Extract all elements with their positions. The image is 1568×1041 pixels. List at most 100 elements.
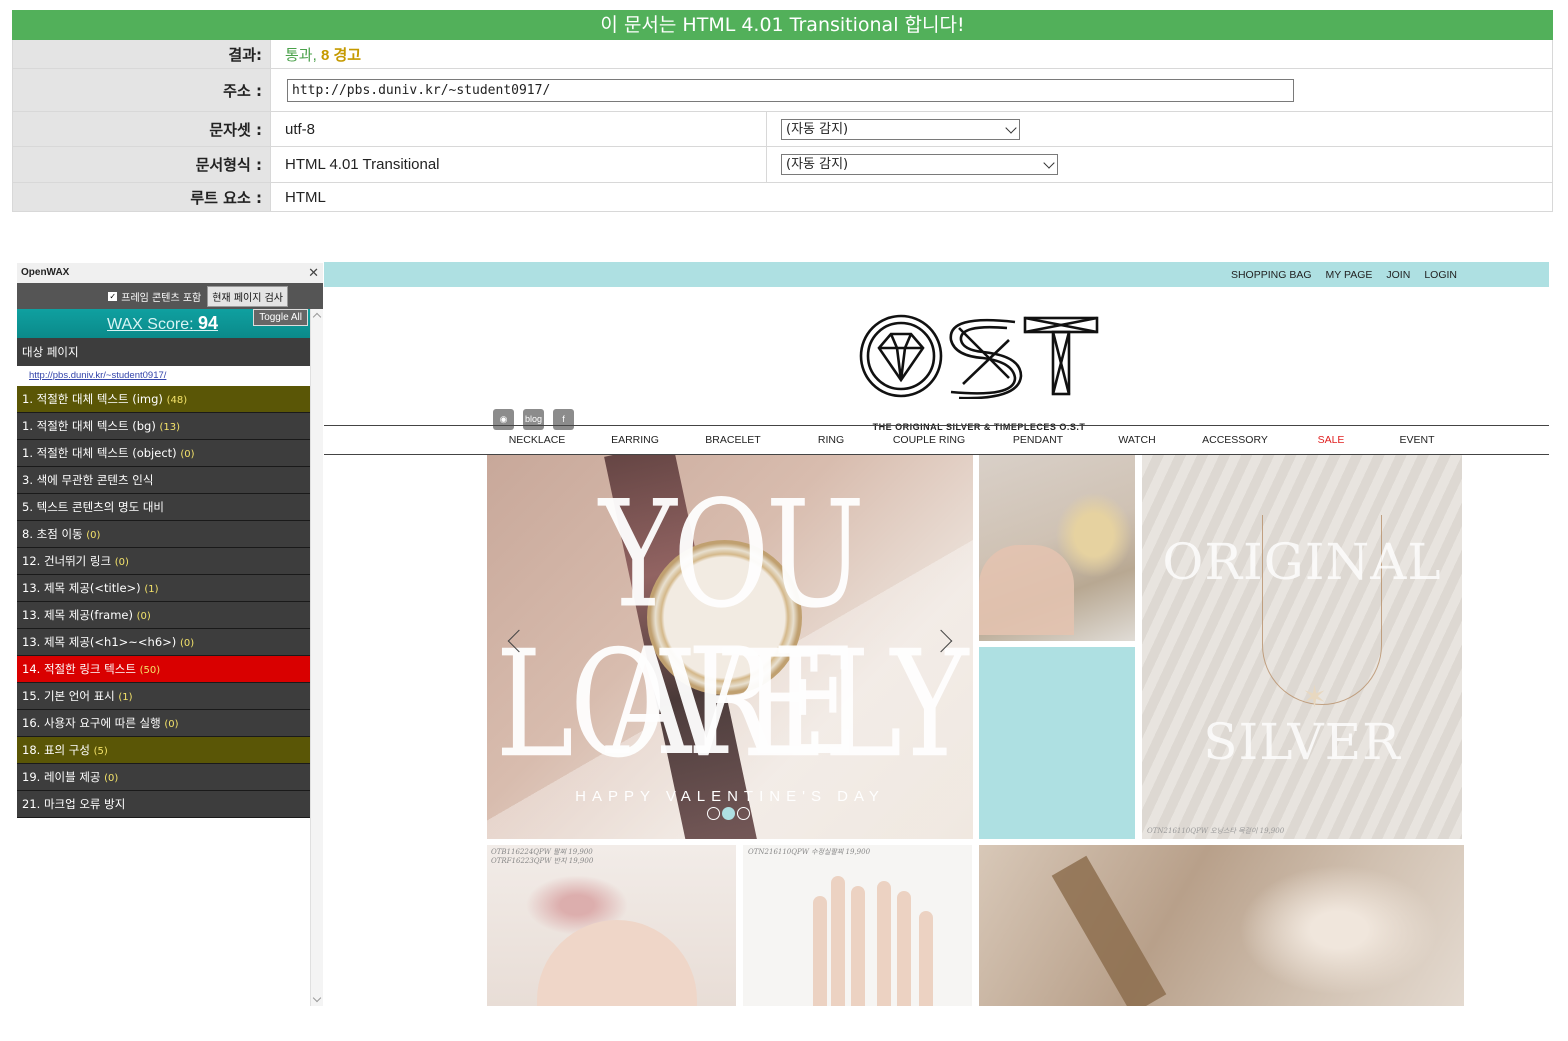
nav-item-couple-ring[interactable]: COUPLE RING	[879, 426, 979, 454]
result-pass: 통과,	[285, 46, 317, 64]
flower-caption-1: OTB116224QPW 팔찌 19,900	[491, 848, 593, 856]
ost-logo[interactable]	[859, 314, 1099, 399]
flower-captions: OTB116224QPW 팔찌 19,900 OTRF16223QPW 반지 1…	[491, 848, 593, 866]
result-label: 결과:	[13, 40, 271, 68]
wax-check-count: (0)	[180, 449, 195, 460]
result-row: 결과: 통과, 8 경고	[12, 40, 1553, 69]
top-link[interactable]: LOGIN	[1424, 269, 1457, 281]
chevron-down-icon	[1005, 121, 1017, 134]
hands-bracelet-image[interactable]: OTN216110QPW 수정실팔찌 19,900	[743, 845, 972, 1006]
wax-check-item[interactable]: 3. 색에 무관한 콘텐츠 인식	[17, 467, 310, 494]
nav-item-sale[interactable]: SALE	[1293, 426, 1369, 454]
mint-block	[979, 647, 1135, 839]
wax-check-label: 15. 기본 언어 표시	[22, 689, 115, 703]
ring-hand-image[interactable]	[979, 455, 1135, 641]
wax-check-count: (50)	[139, 665, 161, 676]
wax-check-label: 13. 제목 제공(<title>)	[22, 581, 141, 595]
result-warnings[interactable]: 8 경고	[321, 44, 361, 65]
wax-check-count: (0)	[179, 638, 195, 649]
top-link[interactable]: JOIN	[1386, 269, 1410, 281]
star-pendant-icon: ✶	[1302, 680, 1328, 715]
flower-bracelet-image[interactable]: OTB116224QPW 팔찌 19,900 OTRF16223QPW 반지 1…	[487, 845, 736, 1006]
wax-scrollbar[interactable]	[310, 309, 323, 1006]
charset-row: 문자셋 : utf-8 (자동 감지)	[12, 112, 1553, 147]
wax-check-item[interactable]: 13. 제목 제공(frame) (0)	[17, 602, 310, 629]
wax-check-item[interactable]: 16. 사용자 요구에 따른 실행 (0)	[17, 710, 310, 737]
address-input[interactable]: http://pbs.duniv.kr/~student0917/	[287, 78, 1294, 102]
toggle-all-button[interactable]: Toggle All	[253, 309, 308, 326]
wax-check-label: 3. 색에 무관한 콘텐츠 인식	[22, 473, 154, 487]
charset-select-cell: (자동 감지)	[767, 112, 1552, 146]
root-row: 루트 요소 : HTML	[12, 183, 1553, 212]
necklace-banner[interactable]: ✶ ORIGINAL SILVER OTN216110QPW 오닝스타 목걸이 …	[1142, 455, 1462, 839]
charset-select[interactable]: (자동 감지)	[781, 118, 1020, 140]
clip-pendant-image[interactable]	[979, 845, 1464, 1006]
frame-content-checkbox[interactable]: ✓ 프레임 콘텐츠 포함	[108, 289, 201, 304]
wax-score-label: WAX Score:	[107, 316, 194, 333]
wax-check-label: 16. 사용자 요구에 따른 실행	[22, 716, 161, 730]
wax-score-link[interactable]: WAX Score: 94	[107, 313, 218, 334]
nav-item-watch[interactable]: WATCH	[1097, 426, 1177, 454]
result-value: 통과, 8 경고	[271, 40, 1552, 68]
wax-check-label: 5. 텍스트 콘텐츠의 명도 대비	[22, 500, 164, 514]
doctype-select-cell: (자동 감지)	[767, 147, 1552, 182]
wax-check-count: (0)	[104, 773, 119, 784]
wax-check-item[interactable]: 19. 레이블 제공 (0)	[17, 764, 310, 791]
wax-check-item[interactable]: 15. 기본 언어 표시 (1)	[17, 683, 310, 710]
slider-dot[interactable]	[707, 807, 720, 820]
slider-pagination	[707, 807, 750, 820]
top-link[interactable]: SHOPPING BAG	[1231, 269, 1312, 281]
wax-check-item[interactable]: 12. 건너뛰기 링크 (0)	[17, 548, 310, 575]
finger-image	[877, 881, 891, 1006]
wax-check-item[interactable]: 5. 텍스트 콘텐츠의 명도 대비	[17, 494, 310, 521]
nav-item-event[interactable]: EVENT	[1369, 426, 1465, 454]
wax-check-item[interactable]: 1. 적절한 대체 텍스트 (img) (48)	[17, 386, 310, 413]
wax-check-label: 18. 표의 구성	[22, 743, 90, 757]
target-page-link[interactable]: http://pbs.duniv.kr/~student0917/	[17, 366, 310, 386]
doctype-select[interactable]: (자동 감지)	[781, 154, 1058, 175]
scroll-up-icon[interactable]	[312, 312, 322, 322]
slider-dot[interactable]	[737, 807, 750, 820]
close-icon[interactable]: ✕	[308, 263, 319, 283]
finger-image	[813, 896, 827, 1006]
nav-item-accessory[interactable]: ACCESSORY	[1177, 426, 1293, 454]
root-value: HTML	[285, 188, 326, 206]
wax-check-item[interactable]: 21. 마크업 오류 방지	[17, 791, 310, 818]
necklace-word-1: ORIGINAL	[1162, 533, 1442, 591]
doctype-label: 문서형식 :	[13, 147, 271, 182]
wax-check-item[interactable]: 1. 적절한 대체 텍스트 (bg) (13)	[17, 413, 310, 440]
necklace-caption: OTN216110QPW 오닝스타 목걸이 19,900	[1147, 827, 1285, 835]
slider-dot[interactable]	[722, 807, 735, 820]
wax-check-item[interactable]: 8. 초점 이동 (0)	[17, 521, 310, 548]
nav-item-bracelet[interactable]: BRACELET	[683, 426, 783, 454]
wax-check-label: 19. 레이블 제공	[22, 770, 101, 784]
hero-slider[interactable]: YOU ARE LOVELY HAPPY VALENTINE'S DAY	[487, 455, 973, 839]
wax-check-count: (0)	[164, 719, 179, 730]
wax-check-item[interactable]: 18. 표의 구성 (5)	[17, 737, 310, 764]
wax-check-count: (5)	[93, 746, 108, 757]
openwax-panel: OpenWAX ✕ ✓ 프레임 콘텐츠 포함 현재 페이지 검사 WAX Sco…	[17, 263, 323, 1006]
hero-subtitle: HAPPY VALENTINE'S DAY	[575, 788, 885, 805]
scan-current-page-button[interactable]: 현재 페이지 검사	[207, 285, 288, 307]
nav-item-necklace[interactable]: NECKLACE	[487, 426, 587, 454]
nav-item-ring[interactable]: RING	[783, 426, 879, 454]
wax-check-label: 13. 제목 제공(frame)	[22, 608, 133, 622]
wax-check-count: (13)	[159, 422, 180, 433]
frame-content-label: 프레임 콘텐츠 포함	[121, 292, 202, 304]
finger-image	[851, 886, 865, 1006]
wax-check-item[interactable]: 1. 적절한 대체 텍스트 (object) (0)	[17, 440, 310, 467]
nav-item-earring[interactable]: EARRING	[587, 426, 683, 454]
wax-check-label: 8. 초점 이동	[22, 527, 83, 541]
top-link[interactable]: MY PAGE	[1326, 269, 1373, 281]
scroll-down-icon[interactable]	[312, 993, 322, 1003]
wax-check-item[interactable]: 13. 제목 제공(<title>) (1)	[17, 575, 310, 602]
website-preview: SHOPPING BAG MY PAGE JOIN LOGIN THE ORIG…	[324, 262, 1549, 1006]
wax-check-item[interactable]: 13. 제목 제공(<h1>~<h6>) (0)	[17, 629, 310, 656]
wax-check-label: 1. 적절한 대체 텍스트 (object)	[22, 446, 177, 460]
flower-caption-2: OTRF16223QPW 반지 19,900	[491, 857, 594, 865]
charset-label: 문자셋 :	[13, 112, 271, 146]
site-top-links: SHOPPING BAG MY PAGE JOIN LOGIN	[324, 262, 1549, 287]
wax-check-list: 1. 적절한 대체 텍스트 (img) (48) 1. 적절한 대체 텍스트 (b…	[17, 386, 310, 818]
wax-check-item[interactable]: 14. 적절한 링크 텍스트 (50)	[17, 656, 310, 683]
nav-item-pendant[interactable]: PENDANT	[979, 426, 1097, 454]
